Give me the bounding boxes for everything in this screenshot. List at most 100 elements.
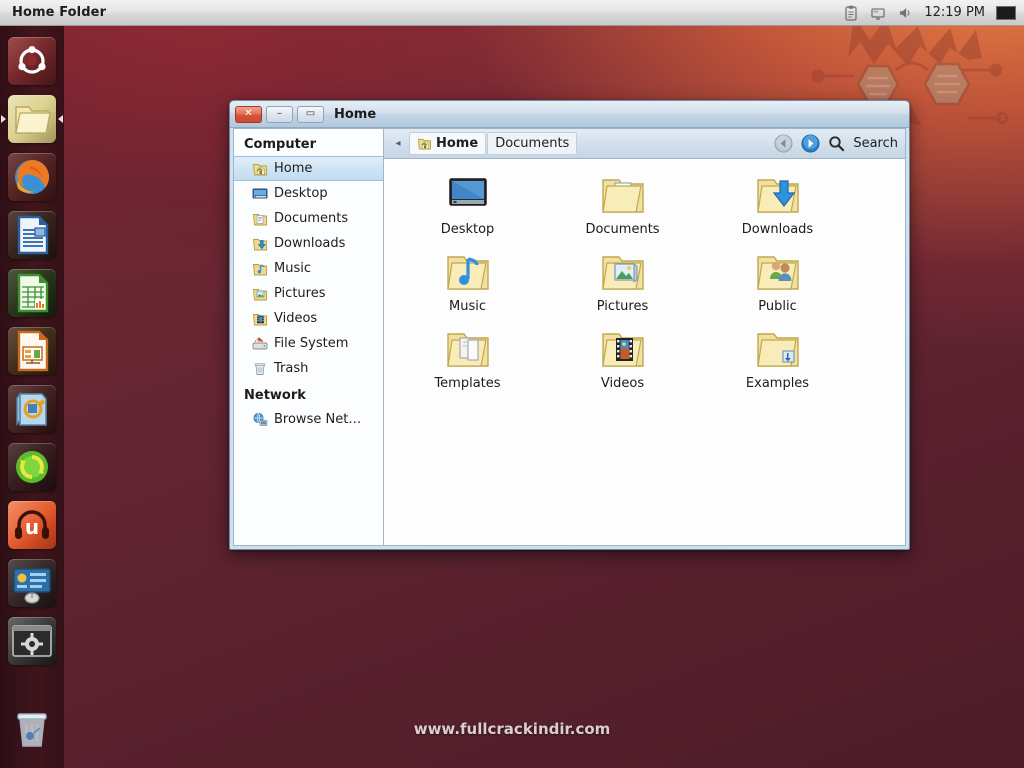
panel-indicator-area: 12:19 PM	[843, 5, 1024, 21]
file-item-pictures[interactable]: Pictures	[545, 248, 700, 325]
ubuntu-logo-icon	[8, 37, 56, 85]
breadcrumb-documents[interactable]: Documents	[487, 132, 577, 155]
breadcrumb-home[interactable]: Home	[409, 132, 486, 155]
file-item-examples[interactable]: Examples	[700, 325, 855, 402]
network-icon	[252, 412, 268, 428]
breadcrumb-label: Documents	[495, 136, 569, 151]
sidebar-item-desktop[interactable]: Desktop	[234, 181, 383, 206]
launcher-item-libreoffice-writer[interactable]	[0, 206, 64, 264]
documents-folder-icon	[252, 211, 268, 227]
desktop-icon	[252, 186, 268, 202]
watermark-text: www.fullcrackindir.com	[0, 720, 1024, 738]
launcher-item-trash[interactable]	[0, 700, 64, 758]
sidebar-item-file-system[interactable]: File System	[234, 331, 383, 356]
session-indicator-icon[interactable]	[996, 6, 1016, 20]
window-title: Home	[334, 107, 376, 122]
documents-folder-icon	[599, 171, 647, 219]
sidebar-item-label: Videos	[274, 311, 317, 326]
file-item-label: Public	[758, 299, 796, 314]
file-item-label: Downloads	[742, 222, 813, 237]
forward-button[interactable]	[801, 134, 820, 153]
minimize-button[interactable]: –	[266, 106, 293, 123]
gear-window-icon	[8, 617, 56, 665]
sidebar-item-label: Browse Net…	[274, 412, 361, 427]
music-folder-icon	[252, 261, 268, 277]
sidebar-item-music[interactable]: Music	[234, 256, 383, 281]
unity-launcher: u	[0, 26, 64, 768]
downloads-folder-icon	[252, 236, 268, 252]
close-button[interactable]: ✕	[235, 106, 262, 123]
file-item-desktop[interactable]: Desktop	[390, 171, 545, 248]
sidebar-item-label: Desktop	[274, 186, 328, 201]
file-item-label: Music	[449, 299, 486, 314]
impress-icon	[8, 327, 56, 375]
launcher-item-firefox[interactable]	[0, 148, 64, 206]
path-toolbar: ◂ Home Documents	[383, 128, 906, 159]
launcher-item-libreoffice-calc[interactable]	[0, 264, 64, 322]
launcher-item-dash-home[interactable]	[0, 32, 64, 90]
breadcrumb-scroll-left-icon[interactable]: ◂	[391, 138, 405, 149]
music-folder-icon	[444, 248, 492, 296]
desktop-monitor-icon	[444, 171, 492, 219]
videos-folder-icon	[252, 311, 268, 327]
sidebar-item-label: Home	[274, 161, 312, 176]
pictures-folder-icon	[599, 248, 647, 296]
folder-icon	[8, 95, 56, 143]
file-item-videos[interactable]: Videos	[545, 325, 700, 402]
launcher-item-update-manager[interactable]	[0, 438, 64, 496]
maximize-button[interactable]: ▭	[297, 106, 324, 123]
software-center-icon	[8, 385, 56, 433]
home-folder-icon	[417, 136, 432, 151]
trash-small-icon	[252, 361, 268, 377]
launcher-item-software-center[interactable]	[0, 380, 64, 438]
breadcrumb-label: Home	[436, 136, 478, 151]
file-item-label: Documents	[585, 222, 659, 237]
back-button[interactable]	[774, 134, 793, 153]
launcher-item-ubuntu-one-music[interactable]: u	[0, 496, 64, 554]
panel-window-title: Home Folder	[12, 5, 106, 20]
examples-folder-icon	[754, 325, 802, 373]
clipboard-indicator-icon[interactable]	[843, 5, 859, 21]
headphones-icon: u	[8, 501, 56, 549]
sidebar-item-home[interactable]: Home	[234, 156, 383, 181]
window-body: Computer Home Desktop	[230, 128, 909, 549]
places-sidebar: Computer Home Desktop	[233, 128, 383, 546]
file-item-public[interactable]: Public	[700, 248, 855, 325]
videos-folder-icon	[599, 325, 647, 373]
file-item-downloads[interactable]: Downloads	[700, 171, 855, 248]
file-item-label: Pictures	[597, 299, 648, 314]
panel-clock[interactable]: 12:19 PM	[924, 5, 985, 20]
launcher-item-system-settings[interactable]	[0, 554, 64, 612]
trash-icon	[8, 705, 56, 753]
file-icon-grid: Desktop Documents	[383, 159, 906, 546]
window-titlebar[interactable]: ✕ – ▭ Home	[230, 101, 909, 128]
file-manager-window: ✕ – ▭ Home Computer Home	[229, 100, 910, 550]
sidebar-item-videos[interactable]: Videos	[234, 306, 383, 331]
sidebar-item-browse-network[interactable]: Browse Net…	[234, 407, 383, 432]
sidebar-section-header-computer: Computer	[234, 134, 383, 156]
file-item-templates[interactable]: Templates	[390, 325, 545, 402]
launcher-running-arrow-right-icon	[58, 115, 63, 123]
file-item-label: Videos	[601, 376, 644, 391]
sidebar-item-trash[interactable]: Trash	[234, 356, 383, 381]
sidebar-item-label: File System	[274, 336, 348, 351]
sidebar-item-label: Pictures	[274, 286, 325, 301]
volume-indicator-icon[interactable]	[897, 5, 913, 21]
search-icon[interactable]	[828, 135, 845, 152]
display-indicator-icon[interactable]	[870, 5, 886, 21]
svg-text:u: u	[25, 515, 39, 539]
toolbar-right-group: Search	[774, 134, 898, 153]
public-folder-icon	[754, 248, 802, 296]
file-item-documents[interactable]: Documents	[545, 171, 700, 248]
sidebar-item-downloads[interactable]: Downloads	[234, 231, 383, 256]
launcher-item-file-manager[interactable]	[0, 90, 64, 148]
writer-icon	[8, 211, 56, 259]
file-item-label: Desktop	[441, 222, 495, 237]
content-pane: ◂ Home Documents	[383, 128, 906, 546]
launcher-item-libreoffice-impress[interactable]	[0, 322, 64, 380]
sidebar-item-pictures[interactable]: Pictures	[234, 281, 383, 306]
file-item-music[interactable]: Music	[390, 248, 545, 325]
launcher-item-terminal-prefs[interactable]	[0, 612, 64, 670]
search-label[interactable]: Search	[853, 136, 898, 151]
sidebar-item-documents[interactable]: Documents	[234, 206, 383, 231]
